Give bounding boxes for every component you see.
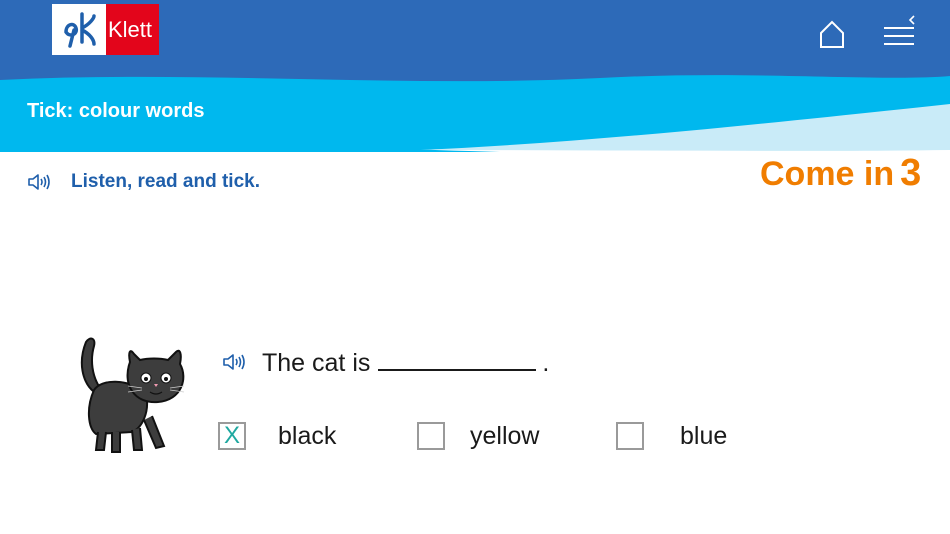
option-label: blue [680,421,728,450]
series-name: Come in [760,155,895,193]
question-before: The cat is [262,348,371,377]
instruction-row: Listen, read and tick. [27,168,260,196]
option-yellow[interactable]: yellow [417,419,539,453]
checkbox-blue[interactable] [616,422,644,450]
page-title: Tick: colour words [27,100,205,122]
question-after: . [542,348,550,377]
checkbox-yellow[interactable] [417,422,445,450]
klett-logo-mark-icon [52,4,106,55]
black-cat-illustration [80,337,185,453]
question-text: The cat is. [262,347,549,378]
brand-name: Klett [106,4,159,55]
home-icon [820,20,844,48]
menu-button[interactable] [880,14,920,50]
checkbox-mark: X [223,422,240,449]
home-button[interactable] [817,19,847,49]
hamburger-menu-icon [884,15,915,45]
series-title: Come in 3 [760,152,921,195]
checkbox-black[interactable]: X [218,422,246,450]
speaker-icon[interactable] [222,352,248,372]
question-row: The cat is. [222,344,549,380]
option-label: yellow [470,421,540,450]
klett-logo: Klett [52,4,159,55]
speaker-icon[interactable] [27,172,53,192]
series-number: 3 [900,152,922,194]
instruction-text: Listen, read and tick. [71,171,260,192]
option-label: black [278,421,337,450]
header-banner: Klett Tick: colour words [0,0,950,160]
answer-blank [378,347,537,371]
option-blue[interactable]: blue [616,419,727,453]
option-black[interactable]: X black [218,419,336,453]
